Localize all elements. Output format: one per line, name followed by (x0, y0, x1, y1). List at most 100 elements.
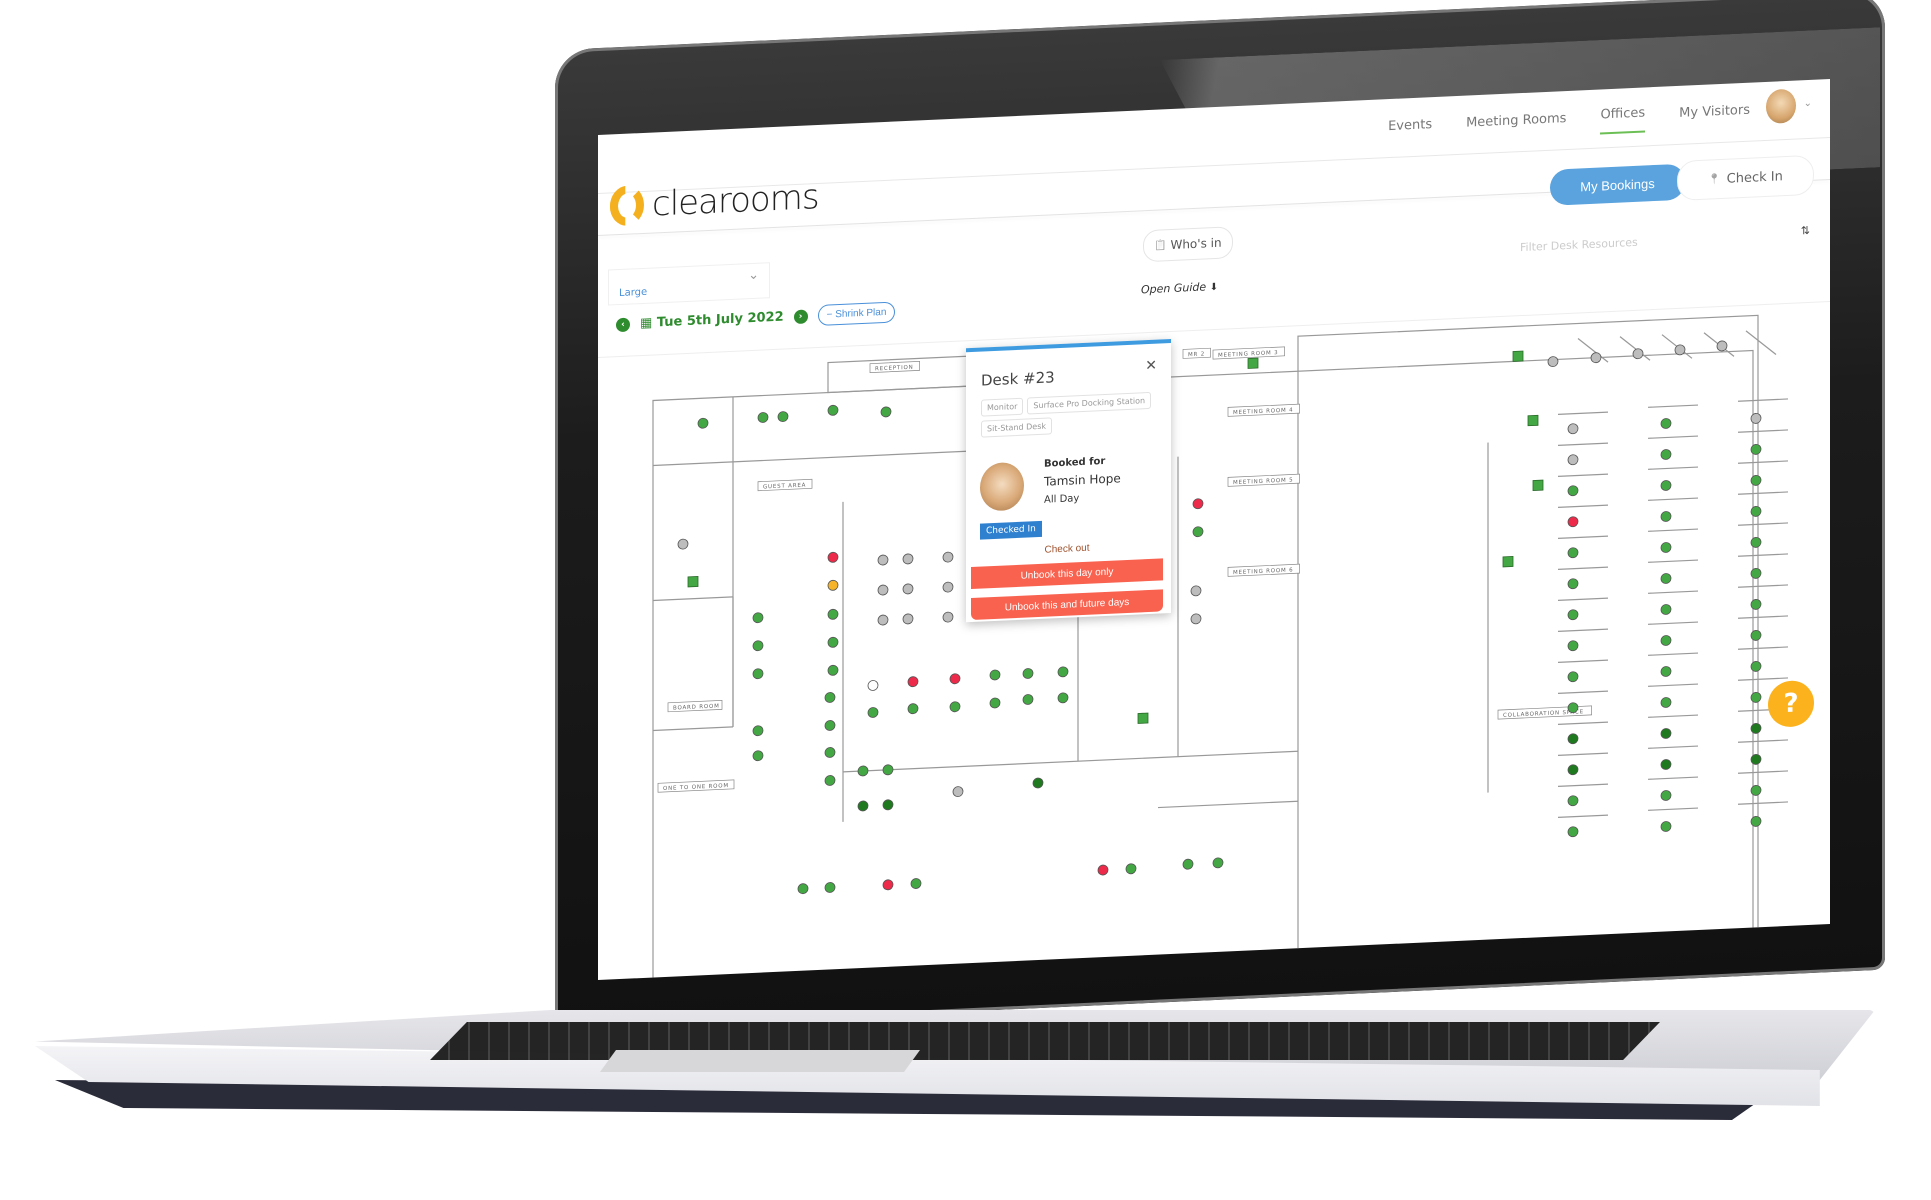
whos-in-button[interactable]: 📋 Who's in (1143, 226, 1233, 263)
desk-marker-booked[interactable] (949, 673, 961, 685)
desk-marker-available[interactable] (1750, 630, 1762, 641)
check-in-button[interactable]: 📍 Check In (1677, 154, 1814, 202)
desk-marker-available[interactable] (1567, 702, 1579, 714)
desk-marker-available[interactable] (1660, 604, 1672, 615)
desk-marker-available[interactable] (1660, 511, 1672, 522)
desk-marker-available[interactable] (907, 703, 919, 715)
desk-marker-available[interactable] (824, 692, 836, 703)
desk-marker-available[interactable] (1660, 790, 1672, 801)
desk-marker-available[interactable] (824, 720, 836, 731)
desk-marker-available[interactable] (752, 750, 764, 762)
floor-plan[interactable]: RECEPTION GUEST AREA BOARD ROOM ONE TO ONE … (598, 307, 1830, 981)
desk-marker-available[interactable] (1660, 697, 1672, 708)
room-marker-available[interactable] (1502, 556, 1514, 568)
unbook-day-button[interactable]: Unbook this day only (971, 558, 1163, 590)
desk-marker-available[interactable] (989, 669, 1001, 681)
desk-marker-checked_in[interactable] (1567, 733, 1579, 745)
desk-marker-available[interactable] (752, 640, 764, 652)
current-date[interactable]: ▦ Tue 5th July 2022 (640, 310, 784, 332)
desk-marker-available[interactable] (824, 775, 836, 786)
desk-marker-available[interactable] (1750, 785, 1762, 796)
desk-marker-booked[interactable] (882, 879, 894, 891)
desk-marker-available[interactable] (827, 404, 839, 416)
desk-marker-available[interactable] (1567, 826, 1579, 838)
desk-marker-unavailable[interactable] (902, 553, 914, 565)
room-marker-available[interactable] (1137, 712, 1149, 724)
nav-events[interactable]: Events (1388, 117, 1432, 144)
desk-marker-available[interactable] (949, 701, 961, 713)
nav-meeting-rooms[interactable]: Meeting Rooms (1466, 111, 1566, 141)
desk-marker-unavailable[interactable] (1590, 352, 1602, 364)
next-day-button[interactable]: › (793, 308, 808, 324)
desk-marker-available[interactable] (752, 612, 764, 624)
desk-marker-available[interactable] (989, 697, 1001, 709)
desk-marker-available[interactable] (882, 764, 894, 776)
desk-marker-unavailable[interactable] (1567, 423, 1579, 435)
desk-marker-unavailable[interactable] (877, 584, 889, 596)
desk-marker-available[interactable] (752, 725, 764, 737)
desk-marker-available[interactable] (1567, 578, 1579, 590)
desk-marker-checked_in[interactable] (1660, 728, 1672, 739)
brand-logo[interactable]: clearooms (610, 177, 819, 227)
desk-marker-available[interactable] (1750, 661, 1762, 672)
desk-marker-available[interactable] (1660, 635, 1672, 646)
desk-marker-available[interactable] (1750, 506, 1762, 517)
desk-marker-available[interactable] (1660, 573, 1672, 584)
desk-marker-available[interactable] (910, 878, 922, 889)
nav-offices[interactable]: Offices (1600, 105, 1646, 135)
desk-marker-available[interactable] (1022, 668, 1034, 679)
open-guide-link[interactable]: Open Guide ⬇ (1141, 280, 1218, 296)
desk-marker-available[interactable] (1750, 568, 1762, 579)
desk-marker-pending[interactable] (827, 579, 839, 591)
desk-marker-available[interactable] (757, 412, 769, 423)
previous-day-button[interactable]: ‹ (616, 317, 630, 332)
desk-marker-unavailable[interactable] (902, 613, 914, 625)
desk-marker-available[interactable] (1057, 692, 1069, 704)
desk-marker-available[interactable] (867, 707, 879, 718)
desk-marker-available[interactable] (1182, 858, 1194, 870)
desk-marker-available[interactable] (1660, 449, 1672, 460)
filter-desk-resources[interactable]: Filter Desk Resources ⇅ (1480, 220, 1810, 265)
desk-marker-unavailable[interactable] (1567, 454, 1579, 466)
desk-marker-booked[interactable] (907, 676, 919, 688)
desk-marker-checked_in[interactable] (1032, 777, 1044, 789)
desk-marker-checked_in[interactable] (882, 799, 894, 811)
desk-marker-available[interactable] (1567, 609, 1579, 621)
room-marker-available[interactable] (1527, 414, 1539, 427)
desk-marker-available[interactable] (1750, 444, 1762, 455)
desk-marker-available[interactable] (1057, 666, 1069, 678)
desk-marker-available[interactable] (1567, 640, 1579, 652)
desk-marker-available[interactable] (1660, 666, 1672, 677)
desk-marker-available[interactable] (1750, 475, 1762, 486)
desk-marker-available[interactable] (1660, 542, 1672, 553)
desk-marker-unavailable[interactable] (677, 538, 689, 550)
desk-marker-checked_in[interactable] (1567, 764, 1579, 776)
desk-marker-available[interactable] (1660, 480, 1672, 491)
desk-marker-checked_in[interactable] (1750, 754, 1762, 765)
room-marker-available[interactable] (1512, 350, 1524, 362)
desk-marker-available[interactable] (1022, 694, 1034, 705)
user-avatar[interactable] (1766, 88, 1796, 124)
desk-marker-available[interactable] (1660, 418, 1672, 429)
desk-marker-unavailable[interactable] (1632, 348, 1644, 360)
desk-marker-available[interactable] (1212, 857, 1224, 869)
desk-marker-booked[interactable] (1567, 516, 1579, 528)
desk-marker-available[interactable] (827, 664, 839, 676)
plan-size-select[interactable]: Large ⌄ (608, 262, 770, 306)
desk-marker-unavailable[interactable] (877, 554, 889, 566)
desk-marker-booked[interactable] (827, 551, 839, 563)
nav-my-visitors[interactable]: My Visitors (1679, 103, 1750, 131)
desk-marker-available[interactable] (1567, 671, 1579, 683)
desk-marker-unavailable[interactable] (1716, 340, 1728, 352)
floor-plan-canvas[interactable]: RECEPTIONGUEST AREABOARD ROOMONE TO ONE … (598, 307, 1830, 981)
chevron-down-icon[interactable]: ⌄ (1804, 98, 1812, 109)
desk-marker-unavailable[interactable] (1190, 585, 1202, 597)
desk-marker-checked_in[interactable] (1750, 723, 1762, 734)
desk-marker-unavailable[interactable] (952, 786, 964, 798)
desk-marker-booked[interactable] (1097, 864, 1109, 876)
desk-marker-unavailable[interactable] (1190, 613, 1202, 625)
desk-marker-unavailable[interactable] (1674, 344, 1686, 356)
desk-marker-available[interactable] (827, 636, 839, 648)
desk-marker-available[interactable] (1750, 537, 1762, 548)
desk-marker-available[interactable] (1750, 692, 1762, 703)
